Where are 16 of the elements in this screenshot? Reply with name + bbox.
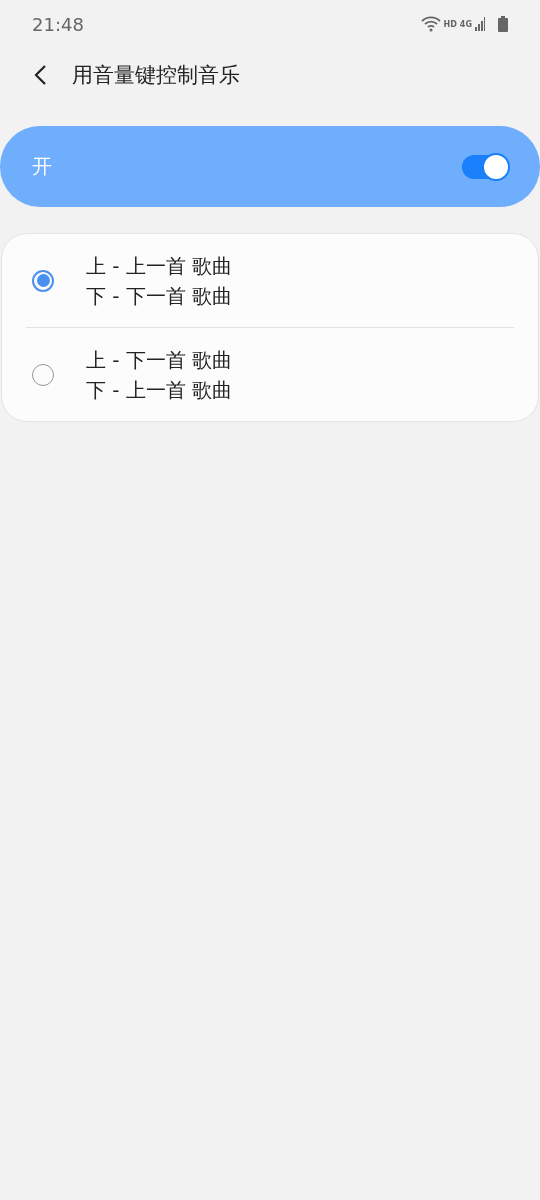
signal-icon bbox=[475, 17, 485, 31]
option-text: 上 - 上一首 歌曲 bbox=[86, 252, 233, 280]
radio-button[interactable] bbox=[32, 269, 54, 292]
toggle-switch[interactable] bbox=[462, 154, 508, 179]
network-label: 4G bbox=[459, 19, 472, 29]
network-label: HD bbox=[443, 19, 457, 29]
battery-icon bbox=[498, 16, 508, 32]
option-text: 下 - 下一首 歌曲 bbox=[86, 282, 233, 310]
option-text: 上 - 下一首 歌曲 bbox=[86, 346, 233, 374]
master-switch-bar[interactable]: 开 bbox=[0, 126, 540, 207]
switch-label: 开 bbox=[32, 153, 52, 180]
status-time: 21:48 bbox=[32, 13, 84, 35]
wifi-icon bbox=[420, 16, 441, 32]
page-title: 用音量键控制音乐 bbox=[72, 62, 240, 89]
back-icon bbox=[34, 64, 48, 86]
option-text: 下 - 上一首 歌曲 bbox=[86, 376, 233, 404]
